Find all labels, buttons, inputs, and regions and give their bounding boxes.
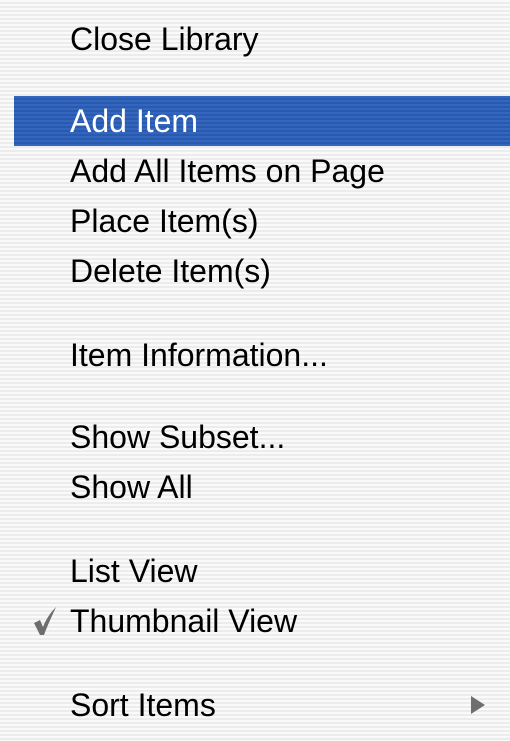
- menu-item-add-item[interactable]: Add Item: [14, 96, 510, 146]
- checkmark-icon: [34, 607, 56, 635]
- menu-item-label: Thumbnail View: [70, 603, 298, 639]
- menu-item-add-all-items-on-page[interactable]: Add All Items on Page: [0, 146, 510, 196]
- menu-item-close-library[interactable]: Close Library: [0, 14, 510, 64]
- submenu-arrow-icon: [471, 696, 485, 714]
- menu-item-label: Close Library: [70, 21, 259, 57]
- menu-item-label: Delete Item(s): [70, 253, 271, 289]
- menu-item-item-information[interactable]: Item Information...: [0, 330, 510, 380]
- library-context-menu: Close Library Add Item Add All Items on …: [0, 0, 510, 741]
- menu-item-label: Item Information...: [70, 337, 328, 373]
- menu-item-label: Add Item: [70, 103, 199, 139]
- menu-item-show-all[interactable]: Show All: [0, 462, 510, 512]
- menu-item-label: List View: [70, 553, 198, 589]
- menu-item-label: Add All Items on Page: [70, 153, 385, 189]
- menu-item-show-subset[interactable]: Show Subset...: [0, 412, 510, 462]
- menu-item-label: Sort Items: [70, 687, 216, 723]
- menu-item-sort-items[interactable]: Sort Items: [0, 680, 510, 730]
- menu-item-label: Place Item(s): [70, 203, 259, 239]
- menu-item-list-view[interactable]: List View: [0, 546, 510, 596]
- menu-item-label: Show Subset...: [70, 419, 286, 455]
- menu-item-label: Show All: [70, 469, 193, 505]
- menu-item-thumbnail-view[interactable]: Thumbnail View: [0, 596, 510, 646]
- menu-item-place-items[interactable]: Place Item(s): [0, 196, 510, 246]
- menu-item-delete-items[interactable]: Delete Item(s): [0, 246, 510, 296]
